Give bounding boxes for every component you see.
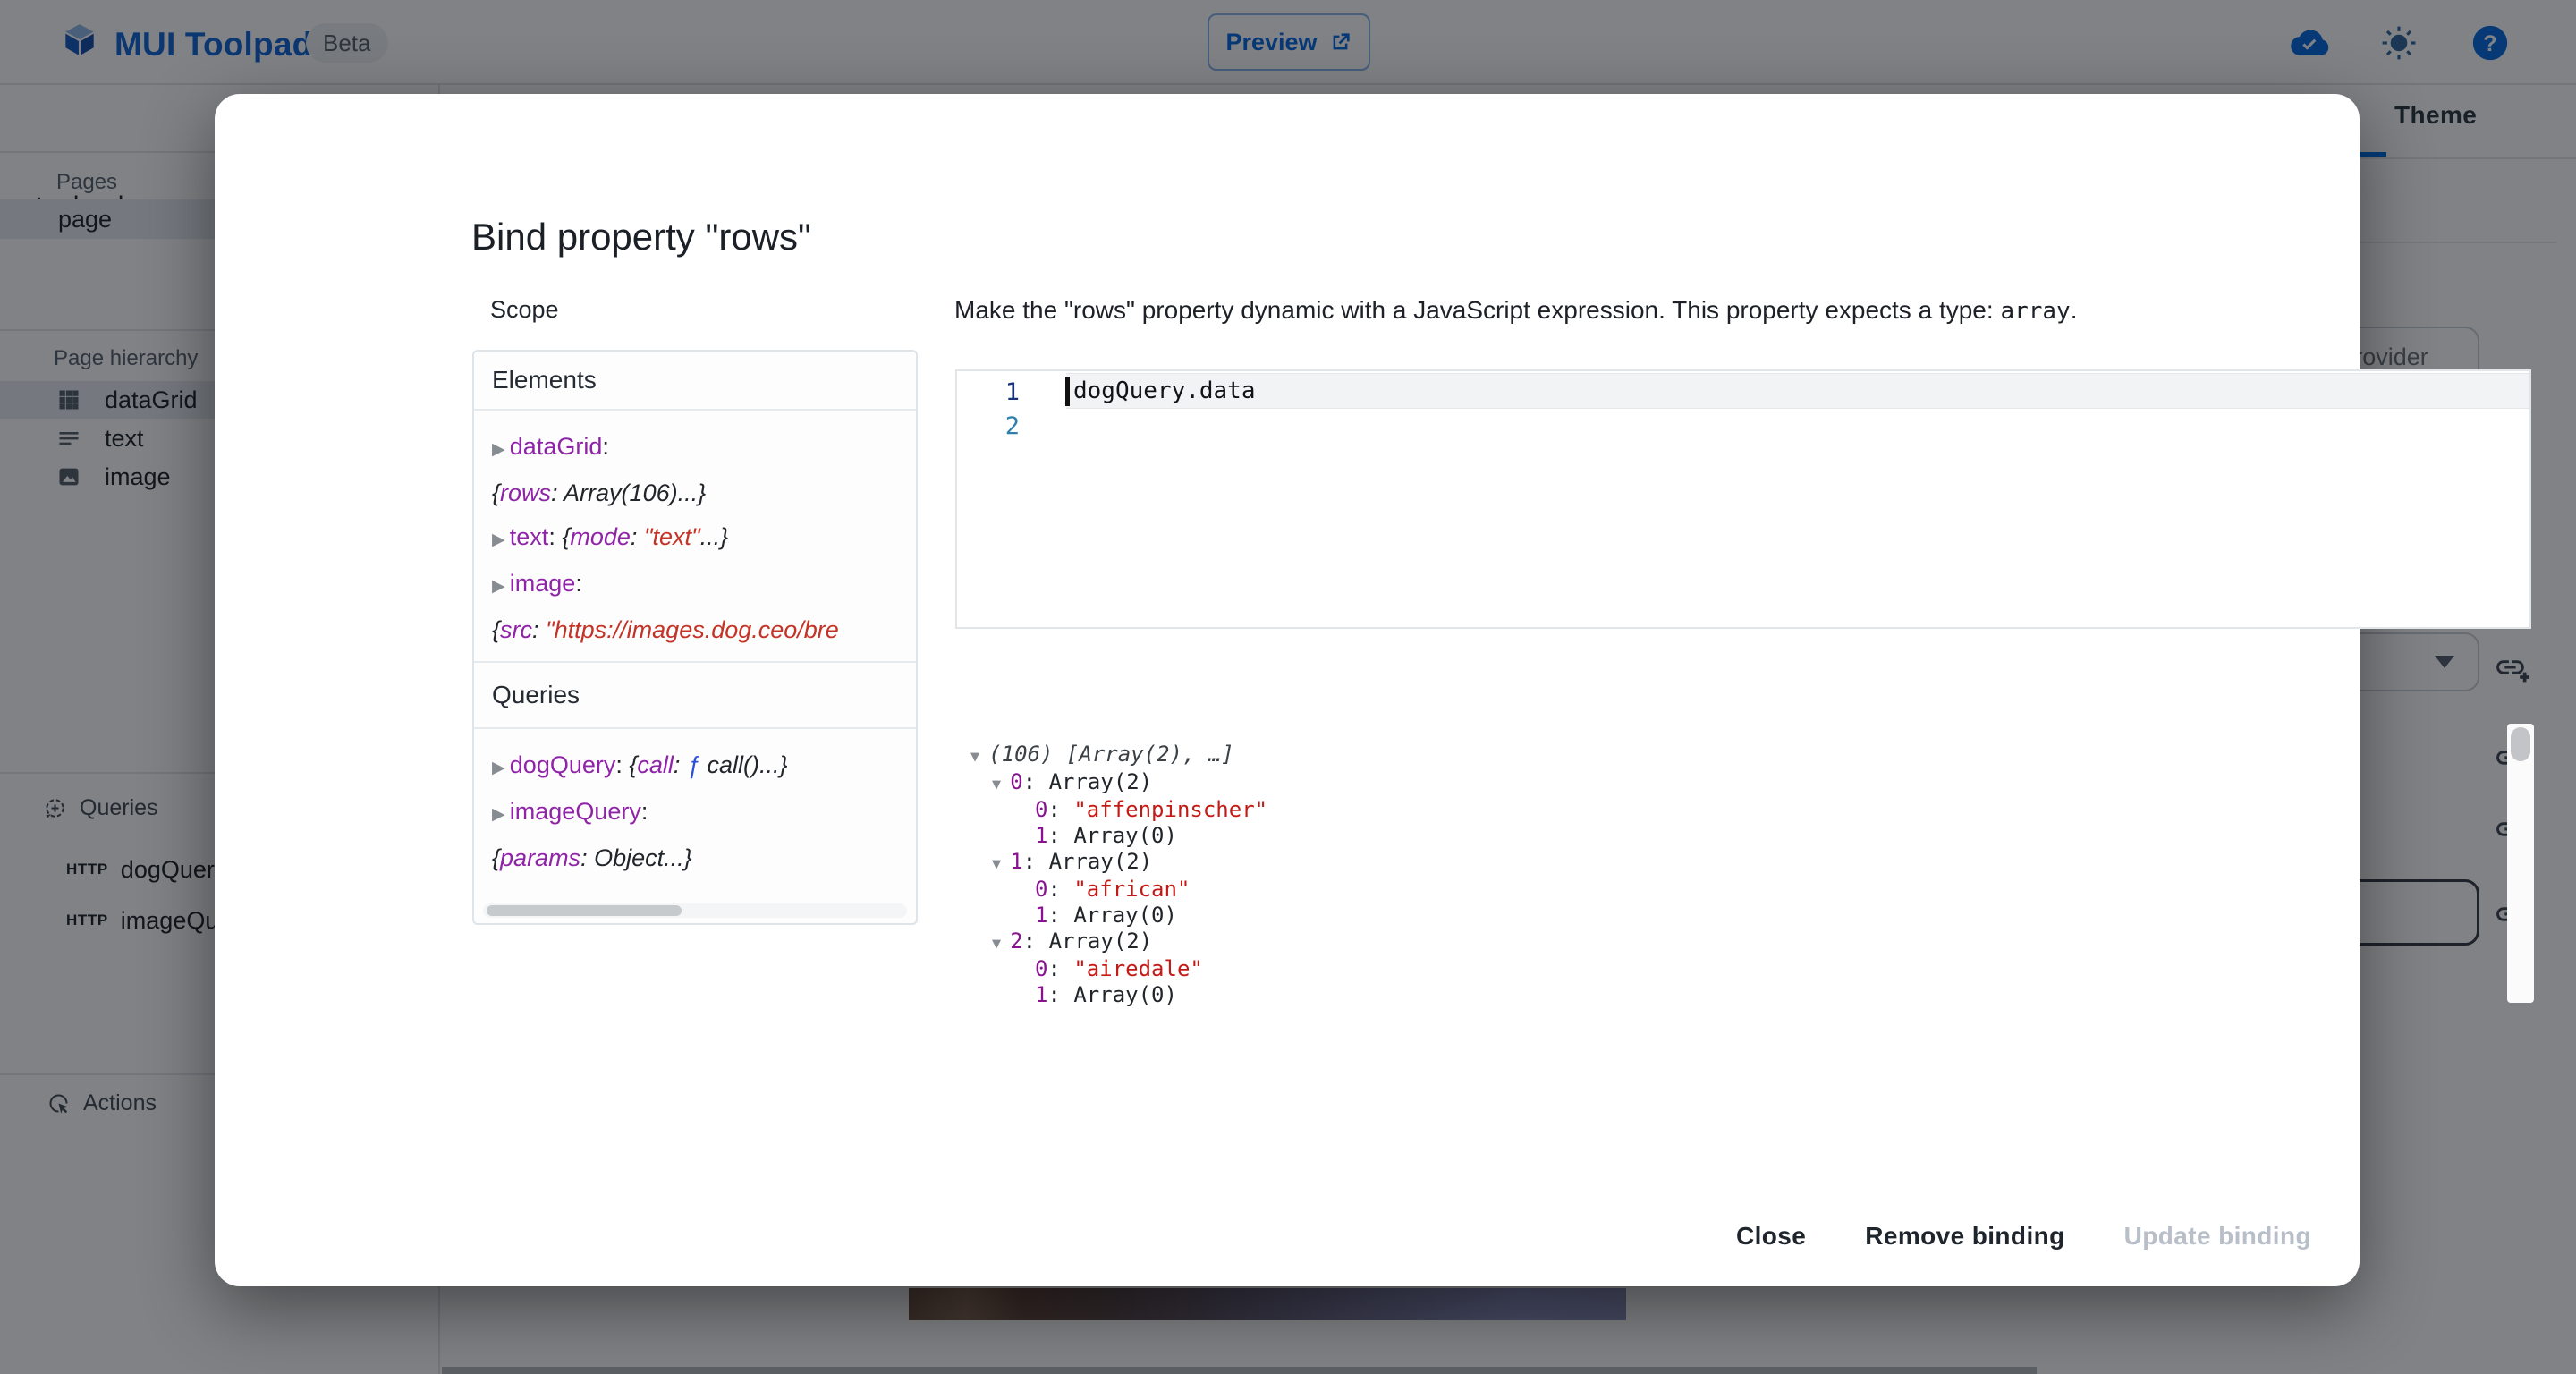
bind-property-dialog: Bind property "rows" Scope Elements ▶ da… (215, 94, 2360, 1286)
screen: MUI Toolpad Beta Preview (0, 0, 2576, 1374)
text-cursor (1065, 377, 1070, 406)
update-binding-button[interactable]: Update binding (2108, 1209, 2327, 1263)
scope-item-dogquery[interactable]: ▶ dogQuery: {call: ƒ call()...} (492, 743, 916, 790)
queries-list: ▶ dogQuery: {call: ƒ call()...} ▶ imageQ… (474, 729, 916, 889)
tree-row[interactable]: ▼ 0: Array(2) (970, 769, 2534, 797)
active-line-highlight (1066, 373, 2529, 409)
vertical-scrollbar[interactable] (2507, 724, 2534, 1003)
dialog-title: Bind property "rows" (471, 216, 811, 259)
expression-editor[interactable]: 1 2 dogQuery.data (955, 369, 2531, 629)
scope-item-image[interactable]: ▶ image: (492, 562, 916, 608)
tree-row[interactable]: ▼ 1: Array(2) (970, 849, 2534, 877)
scrollbar-thumb[interactable] (487, 905, 682, 916)
scope-item-imagequery-preview: {params: Object...} (492, 836, 916, 880)
expected-type: array (2000, 298, 2070, 325)
tree-row: 0: "affenpinscher" (970, 797, 2534, 823)
scrollbar-thumb[interactable] (2511, 727, 2530, 761)
close-button[interactable]: Close (1720, 1209, 1822, 1263)
horizontal-scrollbar[interactable] (483, 903, 907, 918)
tree-row[interactable]: ▼ 2: Array(2) (970, 929, 2534, 956)
scope-item-imagequery[interactable]: ▶ imageQuery: (492, 790, 916, 836)
scope-label: Scope (490, 296, 559, 324)
scope-panel: Elements ▶ dataGrid: {rows: Array(106)..… (472, 350, 918, 925)
description-period: . (2071, 296, 2078, 324)
tree-row[interactable]: ▼ (106) [Array(2), …] (970, 742, 2534, 769)
queries-header: Queries (474, 661, 916, 729)
tree-row: 1: Array(0) (970, 903, 2534, 929)
expression-code: dogQuery.data (1073, 377, 1256, 404)
scope-item-datagrid-preview: {rows: Array(106)...} (492, 471, 916, 515)
result-preview-tree: ▼ (106) [Array(2), …] ▼ 0: Array(2) 0: "… (954, 720, 2534, 1006)
line-number-1: 1 (957, 378, 1020, 406)
dialog-description: Make the "rows" property dynamic with a … (954, 296, 2511, 325)
elements-header: Elements (474, 352, 916, 411)
scope-item-datagrid[interactable]: ▶ dataGrid: (492, 425, 916, 471)
line-number-2: 2 (957, 412, 1020, 440)
remove-binding-button[interactable]: Remove binding (1849, 1209, 2080, 1263)
tree-row: 0: "airedale" (970, 956, 2534, 982)
tree-row: 1: Array(0) (970, 823, 2534, 849)
elements-list: ▶ dataGrid: {rows: Array(106)...} ▶ text… (474, 411, 916, 661)
tree-row: 1: Array(0) (970, 982, 2534, 1006)
scope-item-image-preview: {src: "https://images.dog.ceo/bre (492, 608, 916, 652)
scope-item-text[interactable]: ▶ text: {mode: "text"...} (492, 515, 916, 562)
tree-row: 0: "african" (970, 877, 2534, 903)
description-text: Make the "rows" property dynamic with a … (954, 296, 2000, 324)
dialog-actions: Close Remove binding Update binding (1720, 1209, 2327, 1263)
